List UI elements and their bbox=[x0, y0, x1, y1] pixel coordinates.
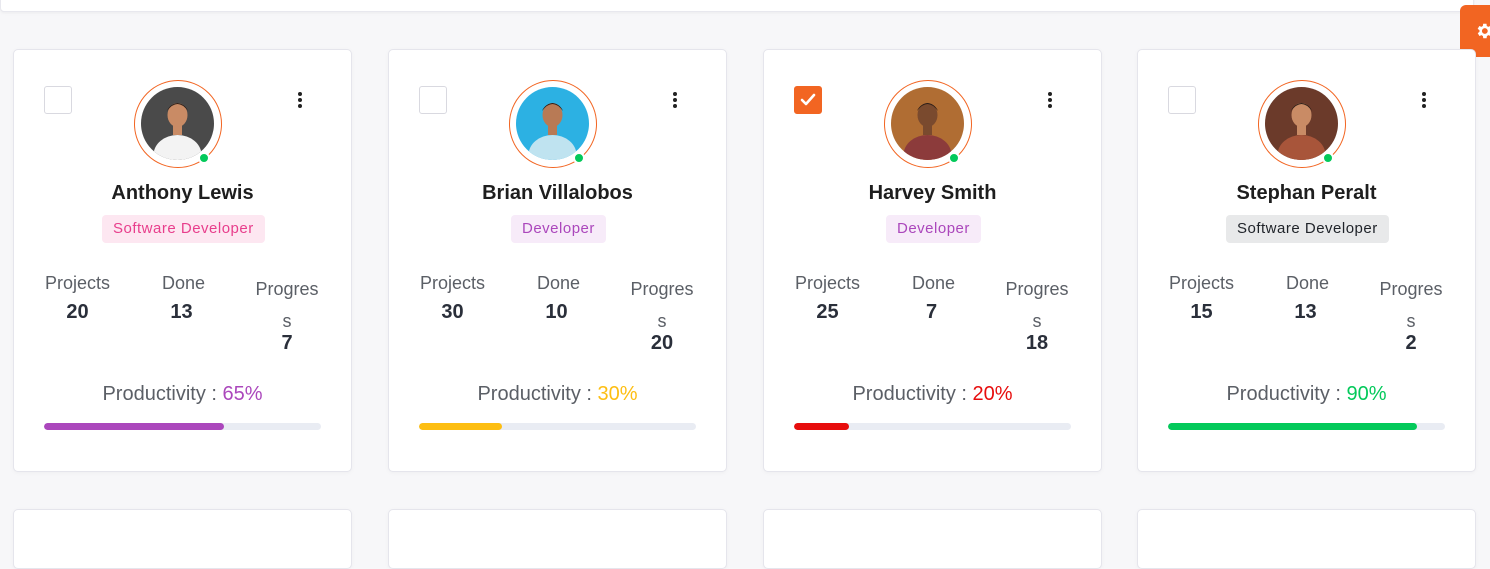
role-badge: Software Developer bbox=[102, 215, 265, 243]
employee-name[interactable]: Anthony Lewis bbox=[14, 182, 351, 205]
projects-value: 20 bbox=[66, 301, 89, 323]
done-value: 13 bbox=[170, 301, 193, 323]
productivity-bar bbox=[1168, 423, 1445, 430]
productivity-value: 65% bbox=[222, 383, 263, 405]
top-panel bbox=[0, 0, 1474, 12]
done-label: Done bbox=[1286, 273, 1330, 293]
progress-label: Progres s bbox=[1005, 279, 1069, 331]
employee-card[interactable]: Harvey Smith Developer Projects Done Pro… bbox=[763, 49, 1102, 472]
select-checkbox[interactable] bbox=[794, 86, 822, 114]
productivity-bar-fill bbox=[44, 423, 225, 430]
projects-value: 15 bbox=[1190, 301, 1213, 323]
more-vertical-icon[interactable] bbox=[667, 90, 683, 110]
productivity-bar bbox=[44, 423, 321, 430]
role-badge: Developer bbox=[886, 215, 981, 243]
productivity-bar-fill bbox=[1168, 423, 1418, 430]
projects-label: Projects bbox=[45, 273, 111, 293]
employee-card bbox=[1137, 509, 1476, 569]
productivity-value: 90% bbox=[1346, 383, 1387, 405]
productivity-bar bbox=[794, 423, 1071, 430]
more-vertical-icon[interactable] bbox=[1042, 90, 1058, 110]
avatar-ring[interactable] bbox=[884, 80, 972, 168]
more-vertical-icon[interactable] bbox=[1416, 90, 1432, 110]
progress-value: 20 bbox=[650, 332, 674, 354]
avatar bbox=[516, 87, 589, 160]
more-vertical-icon[interactable] bbox=[292, 90, 308, 110]
progress-value: 7 bbox=[281, 332, 293, 354]
done-label: Done bbox=[162, 273, 206, 293]
gear-icon bbox=[1477, 23, 1490, 39]
avatar bbox=[141, 87, 214, 160]
progress-label: Progres s bbox=[1379, 279, 1443, 331]
productivity-value: 20% bbox=[972, 383, 1013, 405]
online-status-dot bbox=[1322, 152, 1334, 164]
employee-name[interactable]: Stephan Peralt bbox=[1138, 182, 1475, 205]
employee-card bbox=[388, 509, 727, 569]
done-value: 7 bbox=[925, 301, 938, 323]
employee-card bbox=[763, 509, 1102, 569]
employee-card bbox=[13, 509, 352, 569]
productivity-text: Productivity : 65% bbox=[102, 383, 263, 405]
progress-value: 2 bbox=[1405, 332, 1417, 354]
online-status-dot bbox=[198, 152, 210, 164]
progress-label: Progres s bbox=[630, 279, 694, 331]
online-status-dot bbox=[948, 152, 960, 164]
projects-label: Projects bbox=[1169, 273, 1235, 293]
select-checkbox[interactable] bbox=[44, 86, 72, 114]
done-label: Done bbox=[912, 273, 956, 293]
productivity-text: Productivity : 30% bbox=[477, 383, 638, 405]
check-icon bbox=[800, 93, 816, 106]
productivity-bar-fill bbox=[794, 423, 850, 430]
productivity-value: 30% bbox=[597, 383, 638, 405]
projects-value: 30 bbox=[441, 301, 464, 323]
projects-value: 25 bbox=[816, 301, 839, 323]
done-value: 13 bbox=[1294, 301, 1317, 323]
productivity-bar bbox=[419, 423, 696, 430]
employee-card[interactable]: Anthony Lewis Software Developer Project… bbox=[13, 49, 352, 472]
progress-label: Progres s bbox=[255, 279, 319, 331]
employee-card[interactable]: Brian Villalobos Developer Projects Done… bbox=[388, 49, 727, 472]
productivity-text: Productivity : 90% bbox=[1226, 383, 1387, 405]
avatar-ring[interactable] bbox=[509, 80, 597, 168]
online-status-dot bbox=[573, 152, 585, 164]
role-badge: Software Developer bbox=[1226, 215, 1389, 243]
done-label: Done bbox=[537, 273, 581, 293]
employee-name[interactable]: Brian Villalobos bbox=[389, 182, 726, 205]
select-checkbox[interactable] bbox=[419, 86, 447, 114]
projects-label: Projects bbox=[795, 273, 861, 293]
avatar bbox=[891, 87, 964, 160]
avatar-ring[interactable] bbox=[1258, 80, 1346, 168]
productivity-bar-fill bbox=[419, 423, 503, 430]
employee-card[interactable]: Stephan Peralt Software Developer Projec… bbox=[1137, 49, 1476, 472]
avatar-ring[interactable] bbox=[134, 80, 222, 168]
employee-name[interactable]: Harvey Smith bbox=[764, 182, 1101, 205]
done-value: 10 bbox=[545, 301, 568, 323]
avatar bbox=[1265, 87, 1338, 160]
projects-label: Projects bbox=[420, 273, 486, 293]
select-checkbox[interactable] bbox=[1168, 86, 1196, 114]
progress-value: 18 bbox=[1025, 332, 1049, 354]
productivity-text: Productivity : 20% bbox=[852, 383, 1013, 405]
role-badge: Developer bbox=[511, 215, 606, 243]
